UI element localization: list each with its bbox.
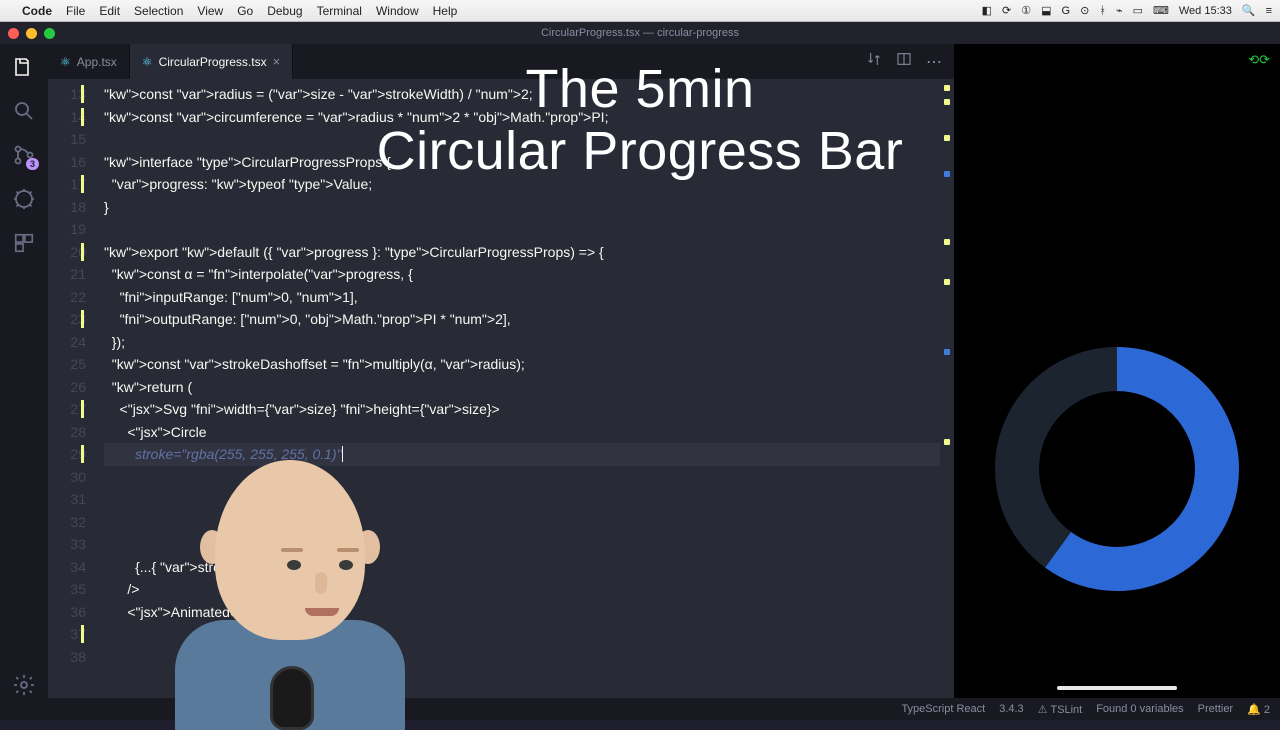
circular-progress-preview (982, 334, 1252, 604)
window-title: CircularProgress.tsx — circular-progress (541, 27, 739, 39)
overview-ruler[interactable] (940, 79, 954, 698)
activity-bar: 3 (0, 44, 48, 698)
more-actions-icon[interactable]: ⋯ (926, 52, 942, 72)
extensions-icon[interactable] (11, 230, 37, 256)
editor-group: ⚛ App.tsx ⚛ CircularProgress.tsx × ⋯ 131… (48, 44, 954, 698)
menu-debug[interactable]: Debug (267, 4, 302, 18)
status-prettier[interactable]: Prettier (1198, 703, 1233, 715)
wifi-icon[interactable]: ⌁ (1116, 4, 1123, 17)
split-editor-icon[interactable] (896, 51, 912, 72)
tray-icon[interactable]: ⌨ (1153, 4, 1169, 17)
tray-icon[interactable]: ⟳ (1002, 4, 1011, 17)
editor-tabs: ⚛ App.tsx ⚛ CircularProgress.tsx × ⋯ (48, 44, 954, 79)
status-ts-version[interactable]: 3.4.3 (999, 703, 1023, 715)
menu-file[interactable]: File (66, 4, 85, 18)
menu-view[interactable]: View (197, 4, 223, 18)
tab-circular-progress[interactable]: ⚛ CircularProgress.tsx × (130, 44, 293, 79)
menu-help[interactable]: Help (433, 4, 458, 18)
battery-icon[interactable]: ▭ (1133, 4, 1143, 17)
menu-terminal[interactable]: Terminal (317, 4, 362, 18)
tray-icon[interactable]: G (1062, 5, 1071, 17)
dropbox-icon[interactable]: ⬓ (1041, 4, 1051, 17)
spotlight-icon[interactable]: 🔍 (1242, 4, 1256, 17)
close-window-button[interactable] (8, 28, 19, 39)
macos-menu-bar: Code File Edit Selection View Go Debug T… (0, 0, 1280, 22)
react-file-icon: ⚛ (60, 55, 71, 69)
search-icon[interactable] (11, 98, 37, 124)
scm-badge: 3 (26, 158, 39, 170)
tray-icon[interactable]: ① (1021, 4, 1031, 17)
menu-clock[interactable]: Wed 15:33 (1179, 5, 1232, 17)
status-analysis[interactable]: Found 0 variables (1096, 703, 1183, 715)
window-title-bar: CircularProgress.tsx — circular-progress (0, 22, 1280, 44)
source-control-icon[interactable]: 3 (11, 142, 37, 168)
status-bar: TypeScript React 3.4.3 TSLint Found 0 va… (0, 698, 1280, 720)
settings-gear-icon[interactable] (11, 672, 37, 698)
close-tab-icon[interactable]: × (273, 54, 281, 69)
home-indicator (1057, 686, 1177, 690)
simulator-panel: ⟲⟳ (954, 44, 1280, 698)
editor-actions: ⋯ (854, 44, 954, 79)
tray-icon[interactable]: ◧ (982, 4, 992, 17)
minimize-window-button[interactable] (26, 28, 37, 39)
menu-window[interactable]: Window (376, 4, 419, 18)
tab-label: App.tsx (77, 55, 117, 69)
bluetooth-icon[interactable]: ᚼ (1099, 5, 1106, 17)
app-name[interactable]: Code (22, 4, 52, 18)
debug-icon[interactable] (11, 186, 37, 212)
line-number-gutter: 1314151617181920212223242526272829303132… (48, 79, 104, 698)
window-controls (8, 28, 55, 39)
zoom-window-button[interactable] (44, 28, 55, 39)
react-file-icon: ⚛ (142, 55, 153, 69)
menu-selection[interactable]: Selection (134, 4, 183, 18)
tray-icon[interactable]: ⊙ (1080, 4, 1089, 17)
explorer-icon[interactable] (11, 54, 37, 80)
code-body[interactable]: "kw">const "var">radius = ("var">size - … (104, 79, 940, 698)
compare-changes-icon[interactable] (866, 51, 882, 72)
notifications-icon[interactable]: ≡ (1266, 5, 1272, 17)
menu-edit[interactable]: Edit (99, 4, 120, 18)
tab-app[interactable]: ⚛ App.tsx (48, 44, 130, 79)
menu-bar-right: ◧ ⟳ ① ⬓ G ⊙ ᚼ ⌁ ▭ ⌨ Wed 15:33 🔍 ≡ (982, 4, 1272, 17)
menu-go[interactable]: Go (237, 4, 253, 18)
status-tslint[interactable]: TSLint (1038, 703, 1083, 716)
status-language[interactable]: TypeScript React (901, 703, 985, 715)
reload-icon[interactable]: ⟲⟳ (1248, 52, 1270, 68)
status-notifications[interactable]: 🔔 2 (1247, 703, 1270, 716)
code-editor[interactable]: 1314151617181920212223242526272829303132… (48, 79, 954, 698)
tab-label: CircularProgress.tsx (159, 55, 267, 69)
